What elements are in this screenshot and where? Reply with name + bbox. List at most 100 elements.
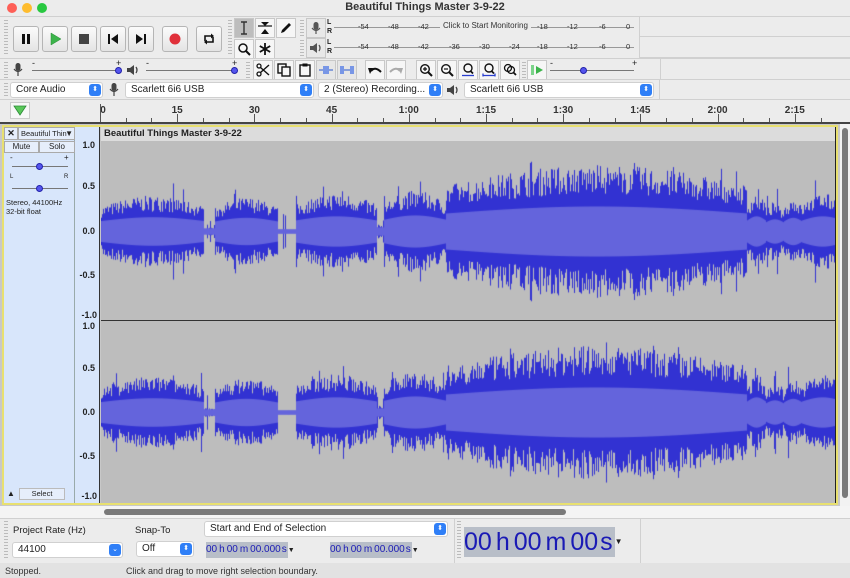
record-volume-thumb[interactable] [115,67,122,74]
selection-tool-button[interactable] [234,18,254,38]
selection-start-time[interactable]: 00 h 00 m 00.000s▼ [206,542,295,558]
record-meter-grip[interactable] [300,20,304,36]
trim-button[interactable] [316,60,336,80]
selection-cursor-icon [241,21,247,35]
playback-speed-thumb[interactable] [580,67,587,74]
gain-thumb[interactable] [36,163,43,170]
zoom-tool-button[interactable] [234,39,254,59]
playback-speed-slider[interactable]: - + [548,58,638,78]
end-seconds[interactable]: 00.000 [374,542,405,558]
play-meter[interactable]: -54 -48 -42 -36 -30 -24 -18 -12 -6 0 [334,38,636,56]
device-toolbar-grip[interactable] [4,83,8,97]
clip-title-bar[interactable]: Beautiful Things Master 3-9-22 [101,127,835,141]
horizontal-scrollbar[interactable] [0,506,850,518]
time-format-menu-icon[interactable]: ▼ [288,547,295,554]
select-track-button[interactable]: Select [19,488,65,500]
timeline-zero-marker [100,104,101,122]
time-format-menu-icon[interactable]: ▼ [412,547,419,554]
snap-to-select[interactable]: Off ⬍ [136,541,194,557]
waveform[interactable] [101,141,835,503]
pause-button[interactable] [13,26,39,52]
play-meter-button[interactable] [306,38,326,58]
zoom-out-button[interactable] [437,60,457,80]
start-monitoring-prompt[interactable]: Click to Start Monitoring [440,21,531,30]
play-meter-tick: -6 [599,42,606,51]
play-meter-tick: -42 [418,42,429,51]
edit-toolbar-grip[interactable] [246,62,250,78]
zoom-in-icon [419,63,433,77]
pause-icon [22,34,30,44]
timeline-ruler[interactable]: 0 15 30 45 1:00 1:15 1:30 1:45 2:00 2:15 [0,100,850,122]
recording-device-select[interactable]: Scarlett 6i6 USB ⬍ [125,82,314,98]
position-minutes: 00 [513,527,542,557]
tools-toolbar-grip[interactable] [228,20,232,56]
mixer-toolbar-grip[interactable] [4,62,8,78]
zoom-toggle-button[interactable] [500,60,520,80]
start-minutes[interactable]: 00 [226,542,238,558]
draw-tool-button[interactable] [276,18,296,38]
vertical-scrollbar[interactable] [840,124,850,506]
silence-button[interactable] [337,60,357,80]
project-rate-select[interactable]: 44100 ⌄ [12,542,123,558]
play-meter-tick: -24 [509,42,520,51]
fit-selection-button[interactable] [458,60,478,80]
multi-tool-button[interactable] [255,39,275,59]
cut-button[interactable] [253,60,273,80]
loop-button[interactable] [196,26,222,52]
start-hours[interactable]: 00 [206,542,218,558]
audio-clip[interactable]: Beautiful Things Master 3-9-22 [101,127,835,503]
track-control-panel[interactable]: ✕ Beautiful Thin ▼ Mute Solo - + L R Ster… [4,127,75,503]
record-button[interactable] [162,26,188,52]
redo-button[interactable] [386,60,406,80]
solo-button[interactable]: Solo [39,141,75,153]
timeline-label: 0 [100,105,106,116]
copy-button[interactable] [274,60,294,80]
audio-position-display[interactable]: 00 h 00 m 00s ▼ [464,527,623,557]
playback-volume-thumb[interactable] [231,67,238,74]
time-format-menu-icon[interactable]: ▼ [615,537,623,546]
play-button[interactable] [42,26,68,52]
playback-volume-slider[interactable]: - + [144,58,238,78]
track-name-menu[interactable]: Beautiful Thin ▼ [18,127,75,140]
play-meter-grip[interactable] [300,40,304,56]
zoom-in-button[interactable] [416,60,436,80]
paste-button[interactable] [295,60,315,80]
record-volume-slider[interactable]: - + [30,58,122,78]
end-hours[interactable]: 00 [330,542,342,558]
pan-thumb[interactable] [36,185,43,192]
audio-host-select[interactable]: Core Audio ⬍ [10,82,103,98]
record-volume-mic-icon [13,63,23,76]
envelope-tool-button[interactable] [255,18,275,38]
selection-toolbar-grip[interactable] [4,521,8,559]
speaker-icon [310,43,321,53]
skip-to-end-button[interactable] [128,26,154,52]
minutes-unit: m [361,542,375,558]
play-at-speed-grip[interactable] [522,62,526,78]
timeline-tick [563,114,565,122]
fit-project-button[interactable] [479,60,499,80]
record-meter-button[interactable] [306,18,326,38]
mute-button[interactable]: Mute [4,141,39,153]
play-at-speed-button[interactable] [527,60,547,80]
start-seconds[interactable]: 00.000 [250,542,281,558]
close-track-button[interactable]: ✕ [4,127,18,140]
transport-toolbar-grip[interactable] [4,20,8,56]
selection-mode-select[interactable]: Start and End of Selection ⬍ [204,521,448,537]
undo-button[interactable] [365,60,385,80]
time-toolbar-grip[interactable] [457,521,461,559]
envelope-icon [258,22,272,34]
vertical-scroll-thumb[interactable] [842,128,848,498]
recording-channels-select[interactable]: 2 (Stereo) Recording... ⬍ [318,82,443,98]
record-meter[interactable]: -54 -48 -42 Click to Start Monitoring -1… [334,18,636,36]
selection-end-time[interactable]: 00 h 00 m 00.000s▼ [330,542,419,558]
end-minutes[interactable]: 00 [350,542,362,558]
horizontal-scroll-thumb[interactable] [104,509,566,515]
vertical-ruler[interactable]: 1.0 0.5 0.0 -0.5 -1.0 1.0 0.5 0.0 -0.5 -… [75,127,100,503]
gain-slider[interactable]: - + [10,153,70,171]
playback-device-select[interactable]: Scarlett 6i6 USB ⬍ [464,82,654,98]
pan-slider[interactable]: L R [10,174,70,192]
stop-button[interactable] [71,26,97,52]
play-meter-tick: -48 [388,42,399,51]
collapse-track-button[interactable]: ▲ [5,489,17,501]
skip-to-start-button[interactable] [100,26,126,52]
